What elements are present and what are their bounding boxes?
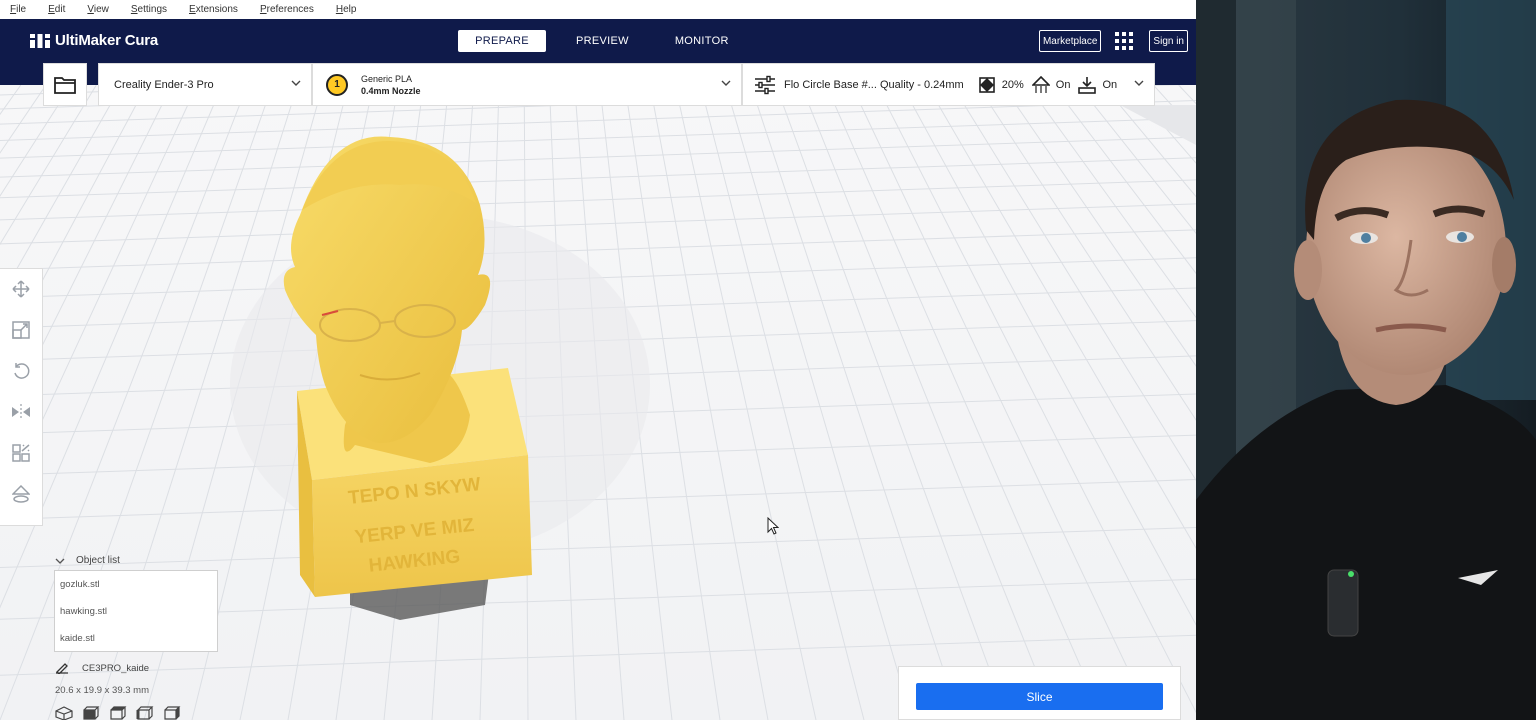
mouse-cursor-icon	[767, 517, 779, 535]
view-top-icon[interactable]	[109, 706, 127, 720]
webcam-overlay	[1196, 0, 1536, 720]
support-blocker-tool[interactable]	[10, 484, 32, 504]
rotate-icon	[14, 363, 30, 379]
settings-sliders-icon	[755, 75, 775, 94]
menu-help[interactable]: Help	[336, 4, 357, 15]
list-item[interactable]: gozluk.stl	[55, 571, 217, 598]
open-file-button[interactable]	[43, 63, 87, 106]
view-3d-icon[interactable]	[55, 706, 73, 720]
chevron-down-icon	[1134, 80, 1144, 86]
header-actions: Marketplace Sign in	[1038, 30, 1188, 52]
view-front-icon[interactable]	[82, 706, 100, 720]
menu-settings[interactable]: Settings	[131, 4, 167, 15]
support-icon	[1031, 75, 1050, 93]
model-dimensions: 20.6 x 19.9 x 39.3 mm	[55, 685, 149, 696]
object-list-title: Object list	[76, 555, 120, 566]
tab-prepare[interactable]: PREPARE	[458, 30, 546, 52]
menu-view[interactable]: View	[87, 4, 109, 15]
tab-monitor[interactable]: MONITOR	[659, 30, 745, 52]
menu-extensions[interactable]: Extensions	[189, 4, 238, 15]
app-title: UltiMaker Cura	[55, 32, 159, 49]
menu-preferences[interactable]: Preferences	[260, 4, 314, 15]
adhesion-icon	[1078, 76, 1097, 94]
stage-tabs: PREPARE PREVIEW MONITOR	[458, 30, 759, 52]
slice-button[interactable]: Slice	[916, 683, 1163, 710]
view-left-icon[interactable]	[136, 706, 154, 720]
per-model-settings-icon	[12, 444, 30, 462]
menu-bar: File Edit View Settings Extensions Prefe…	[0, 0, 1196, 19]
object-list-header[interactable]: Object list	[55, 555, 120, 566]
mirror-icon	[12, 404, 30, 420]
view-right-icon[interactable]	[163, 706, 181, 720]
slice-panel: Slice	[898, 666, 1181, 720]
extruder-badge: 1	[326, 73, 348, 96]
tab-preview[interactable]: PREVIEW	[560, 30, 645, 52]
printer-name: Creality Ender-3 Pro	[114, 78, 214, 91]
presenter-video	[1196, 0, 1536, 720]
mirror-tool[interactable]	[10, 402, 32, 422]
chevron-down-icon	[721, 80, 731, 86]
folder-icon	[54, 76, 76, 94]
printer-selector[interactable]: Creality Ender-3 Pro	[98, 63, 312, 106]
print-settings-selector[interactable]: Flo Circle Base #... Quality - 0.24mm 20…	[742, 63, 1155, 106]
material-selector[interactable]: 1 Generic PLA 0.4mm Nozzle	[312, 63, 742, 106]
move-icon	[12, 280, 30, 298]
app-logo: UltiMaker Cura	[30, 32, 158, 49]
per-model-settings-tool[interactable]	[10, 443, 32, 463]
scale-icon	[12, 321, 30, 339]
transform-toolbar	[0, 268, 43, 526]
camera-view-buttons	[55, 706, 190, 720]
job-name-text: CE3PRO_kaide	[82, 662, 150, 674]
move-tool[interactable]	[10, 279, 32, 299]
support-value: On	[1055, 78, 1071, 91]
support-blocker-icon	[12, 485, 30, 503]
rotate-tool[interactable]	[10, 361, 32, 381]
profile-name: Flo Circle Base #... Quality - 0.24mm	[784, 78, 964, 91]
menu-edit[interactable]: Edit	[48, 4, 65, 15]
list-item[interactable]: kaide.stl	[55, 625, 217, 652]
infill-icon	[978, 76, 995, 93]
apps-grid-icon[interactable]	[1115, 32, 1134, 50]
marketplace-button[interactable]: Marketplace	[1038, 30, 1102, 52]
sign-in-button[interactable]: Sign in	[1149, 30, 1188, 52]
chevron-down-icon	[291, 80, 301, 86]
nozzle-size: 0.4mm Nozzle	[361, 85, 421, 96]
material-name: Generic PLA	[361, 73, 413, 84]
infill-value: 20%	[1001, 78, 1024, 91]
list-item[interactable]: hawking.stl	[55, 598, 217, 625]
pencil-icon	[56, 663, 68, 674]
scale-tool[interactable]	[10, 320, 32, 340]
object-list: gozluk.stl hawking.stl kaide.stl	[54, 570, 218, 652]
chevron-down-icon	[55, 558, 65, 564]
menu-file[interactable]: File	[10, 4, 26, 15]
ultimaker-logo-icon	[30, 33, 50, 48]
adhesion-value: On	[1102, 78, 1118, 91]
job-name[interactable]: CE3PRO_kaide	[55, 662, 149, 674]
